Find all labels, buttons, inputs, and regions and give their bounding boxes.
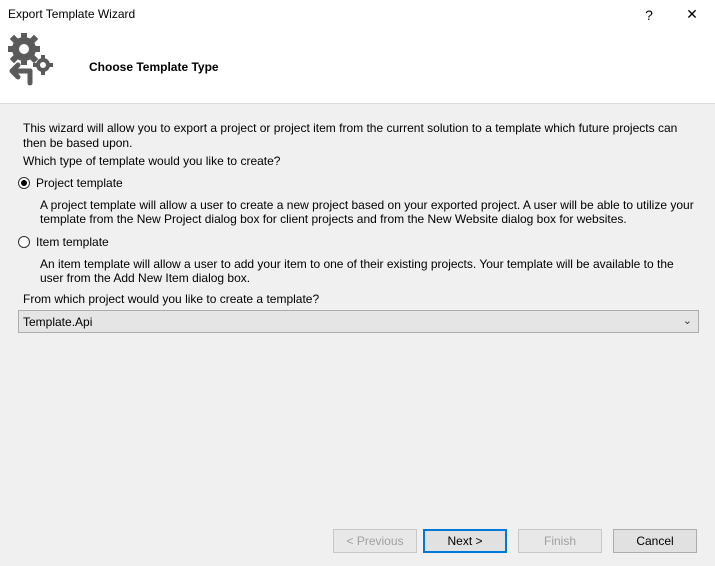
page-title: Choose Template Type <box>89 60 219 74</box>
radio-button-unchecked[interactable] <box>18 236 30 248</box>
project-template-label[interactable]: Project template <box>36 176 123 190</box>
cancel-button[interactable]: Cancel <box>613 529 697 553</box>
help-button[interactable]: ? <box>626 0 672 29</box>
project-template-radio[interactable]: Project template <box>18 176 123 190</box>
chevron-down-icon[interactable]: ⌄ <box>683 314 692 327</box>
item-template-radio[interactable]: Item template <box>18 235 109 249</box>
next-button[interactable]: Next > <box>423 529 507 553</box>
project-question: From which project would you like to cre… <box>23 292 320 306</box>
item-template-label[interactable]: Item template <box>36 235 109 249</box>
wizard-header: Choose Template Type <box>0 29 715 104</box>
previous-button[interactable]: < Previous <box>333 529 417 553</box>
intro-text: This wizard will allow you to export a p… <box>23 121 678 150</box>
title-bar: Export Template Wizard ? ✕ <box>0 0 715 29</box>
window-title: Export Template Wizard <box>8 7 136 21</box>
close-icon: ✕ <box>686 6 698 22</box>
project-template-description: A project template will allow a user to … <box>40 198 694 226</box>
project-select-value: Template.Api <box>23 314 93 329</box>
gears-export-icon <box>8 33 53 86</box>
radio-button-checked[interactable] <box>18 177 30 189</box>
item-template-description: An item template will allow a user to ad… <box>40 257 674 285</box>
export-template-wizard-window: Export Template Wizard ? ✕ Choose Templa… <box>0 0 715 566</box>
close-button[interactable]: ✕ <box>669 0 715 29</box>
project-select[interactable]: Template.Api ⌄ <box>18 310 699 333</box>
template-type-question: Which type of template would you like to… <box>23 154 281 168</box>
finish-button[interactable]: Finish <box>518 529 602 553</box>
help-icon: ? <box>645 6 653 23</box>
